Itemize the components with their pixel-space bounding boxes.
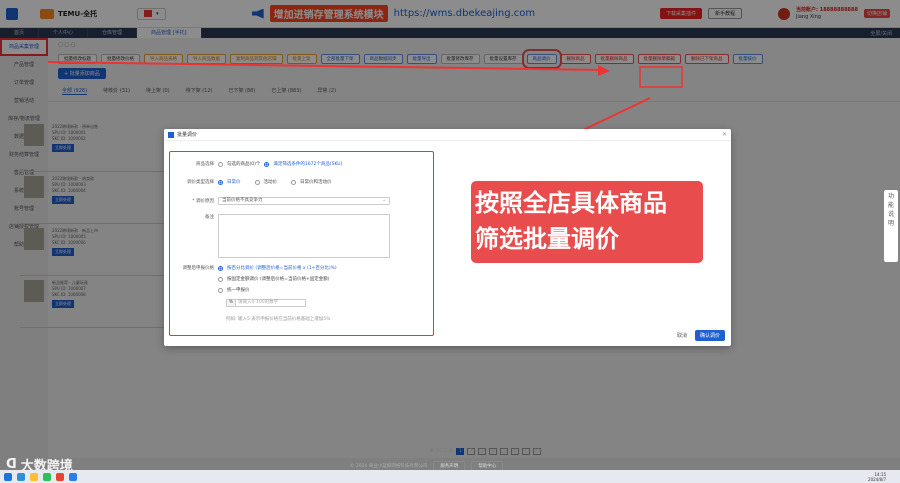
start-icon[interactable] xyxy=(4,472,12,481)
rule-radio-percent[interactable] xyxy=(218,265,223,271)
batch-price-dialog: 批量调价 ✕ 商品选择 勾选的商品(0)个 满足筛选条件的1672个商品(SKU… xyxy=(164,129,731,346)
type-option-daily[interactable]: 日常价 xyxy=(227,179,241,185)
type-radio-activity[interactable] xyxy=(254,179,260,185)
rule-option-percent[interactable]: 按百分比调价 (调整后价格=当前价格 x (1+百分比)%) xyxy=(227,265,337,271)
dialog-footer: 取消 确认调价 xyxy=(677,330,725,341)
type-option-both[interactable]: 日常价和活动价 xyxy=(300,179,332,185)
os-taskbar: 14:15 2024/8/7 xyxy=(0,470,900,483)
reason-label: * 调价原因 xyxy=(192,199,214,204)
app-icon[interactable] xyxy=(69,472,77,481)
clock: 14:15 2024/8/7 xyxy=(868,472,886,482)
feature-guide-panel[interactable]: 功能说明 xyxy=(884,190,898,262)
chat-icon[interactable] xyxy=(43,472,51,481)
note-row: 备注 xyxy=(170,214,390,258)
scope-option-1[interactable]: 勾选的商品(0)个 xyxy=(227,161,260,167)
close-icon[interactable]: ✕ xyxy=(722,131,727,138)
feature-guide-char: 明 xyxy=(887,220,894,227)
feature-guide-char: 能 xyxy=(887,202,894,209)
percent-hint-row: 例如: 输入5 表示申报价格在当前价格基础上增加5% xyxy=(226,316,330,322)
note-label: 备注 xyxy=(205,215,214,220)
highlight-price-button-box xyxy=(639,66,683,88)
reason-row: * 调价原因 当前价格不具竞争力 ⌄ xyxy=(170,197,390,205)
scope-row: 商品选择 勾选的商品(0)个 满足筛选条件的1672个商品(SKU) xyxy=(170,161,342,167)
annotation-callout: 按照全店具体商品 筛选批量调价 xyxy=(471,181,703,263)
scope-radio-filter[interactable] xyxy=(264,161,270,167)
dialog-icon xyxy=(168,131,174,138)
arrow-head-1 xyxy=(598,65,610,76)
form-highlight-box: 商品选择 勾选的商品(0)个 满足筛选条件的1672个商品(SKU) 调价类型选… xyxy=(169,151,434,336)
rule-row-2: 按固定金额调价 (调整后价格=当前价格+固定金额) xyxy=(218,276,329,282)
feature-guide-char: 说 xyxy=(887,211,894,218)
folder-icon[interactable] xyxy=(30,472,38,481)
rule-radio-fixed[interactable] xyxy=(218,276,223,282)
rule-option-unified[interactable]: 统一申报价 xyxy=(227,287,250,293)
dialog-title: 批量调价 xyxy=(177,132,198,138)
scope-radio-selected[interactable] xyxy=(218,161,223,167)
percent-unit: % xyxy=(226,299,236,307)
reason-select-value: 当前价格不具竞争力 xyxy=(222,198,263,203)
type-radio-daily[interactable] xyxy=(218,179,223,185)
percent-hint: 例如: 输入5 表示申报价格在当前价格基础上增加5% xyxy=(226,317,331,322)
cancel-button[interactable]: 取消 xyxy=(677,332,687,339)
browser-icon[interactable] xyxy=(56,472,64,481)
feature-guide-char: 功 xyxy=(887,193,894,200)
rule-radio-unified[interactable] xyxy=(218,287,223,293)
type-row: 调价类型选择 日常价 活动价 日常价和活动价 xyxy=(170,179,332,185)
type-radio-both[interactable] xyxy=(291,179,296,185)
percent-input-group: % 请输入0-100的数字 xyxy=(226,299,306,307)
arrow-line-1 xyxy=(47,61,603,71)
confirm-price-button[interactable]: 确认调价 xyxy=(694,330,725,341)
chevron-down-icon: ⌄ xyxy=(382,198,386,203)
rule-row: 调整后申报价格 按百分比调价 (调整后价格=当前价格 x (1+百分比)%) xyxy=(170,265,337,271)
search-icon[interactable] xyxy=(17,472,25,481)
reason-select[interactable]: 当前价格不具竞争力 ⌄ xyxy=(218,197,390,205)
callout-line-1: 按照全店具体商品 xyxy=(475,189,667,217)
percent-input-row: % 请输入0-100的数字 xyxy=(226,299,306,307)
clock-date: 2024/8/7 xyxy=(868,476,886,482)
scope-option-2[interactable]: 满足筛选条件的1672个商品(SKU) xyxy=(273,161,342,167)
rule-row-3: 统一申报价 xyxy=(218,287,250,293)
dialog-header: 批量调价 ✕ xyxy=(164,129,731,141)
rule-option-fixed[interactable]: 按固定金额调价 (调整后价格=当前价格+固定金额) xyxy=(227,276,329,282)
type-option-activity[interactable]: 活动价 xyxy=(264,179,278,185)
percent-input[interactable]: 请输入0-100的数字 xyxy=(236,299,306,307)
note-textarea[interactable] xyxy=(218,214,390,258)
rule-label: 调整后申报价格 xyxy=(182,266,215,271)
scope-label: 商品选择 xyxy=(196,162,214,167)
callout-line-2: 筛选批量调价 xyxy=(475,225,619,253)
type-label: 调价类型选择 xyxy=(187,180,214,185)
